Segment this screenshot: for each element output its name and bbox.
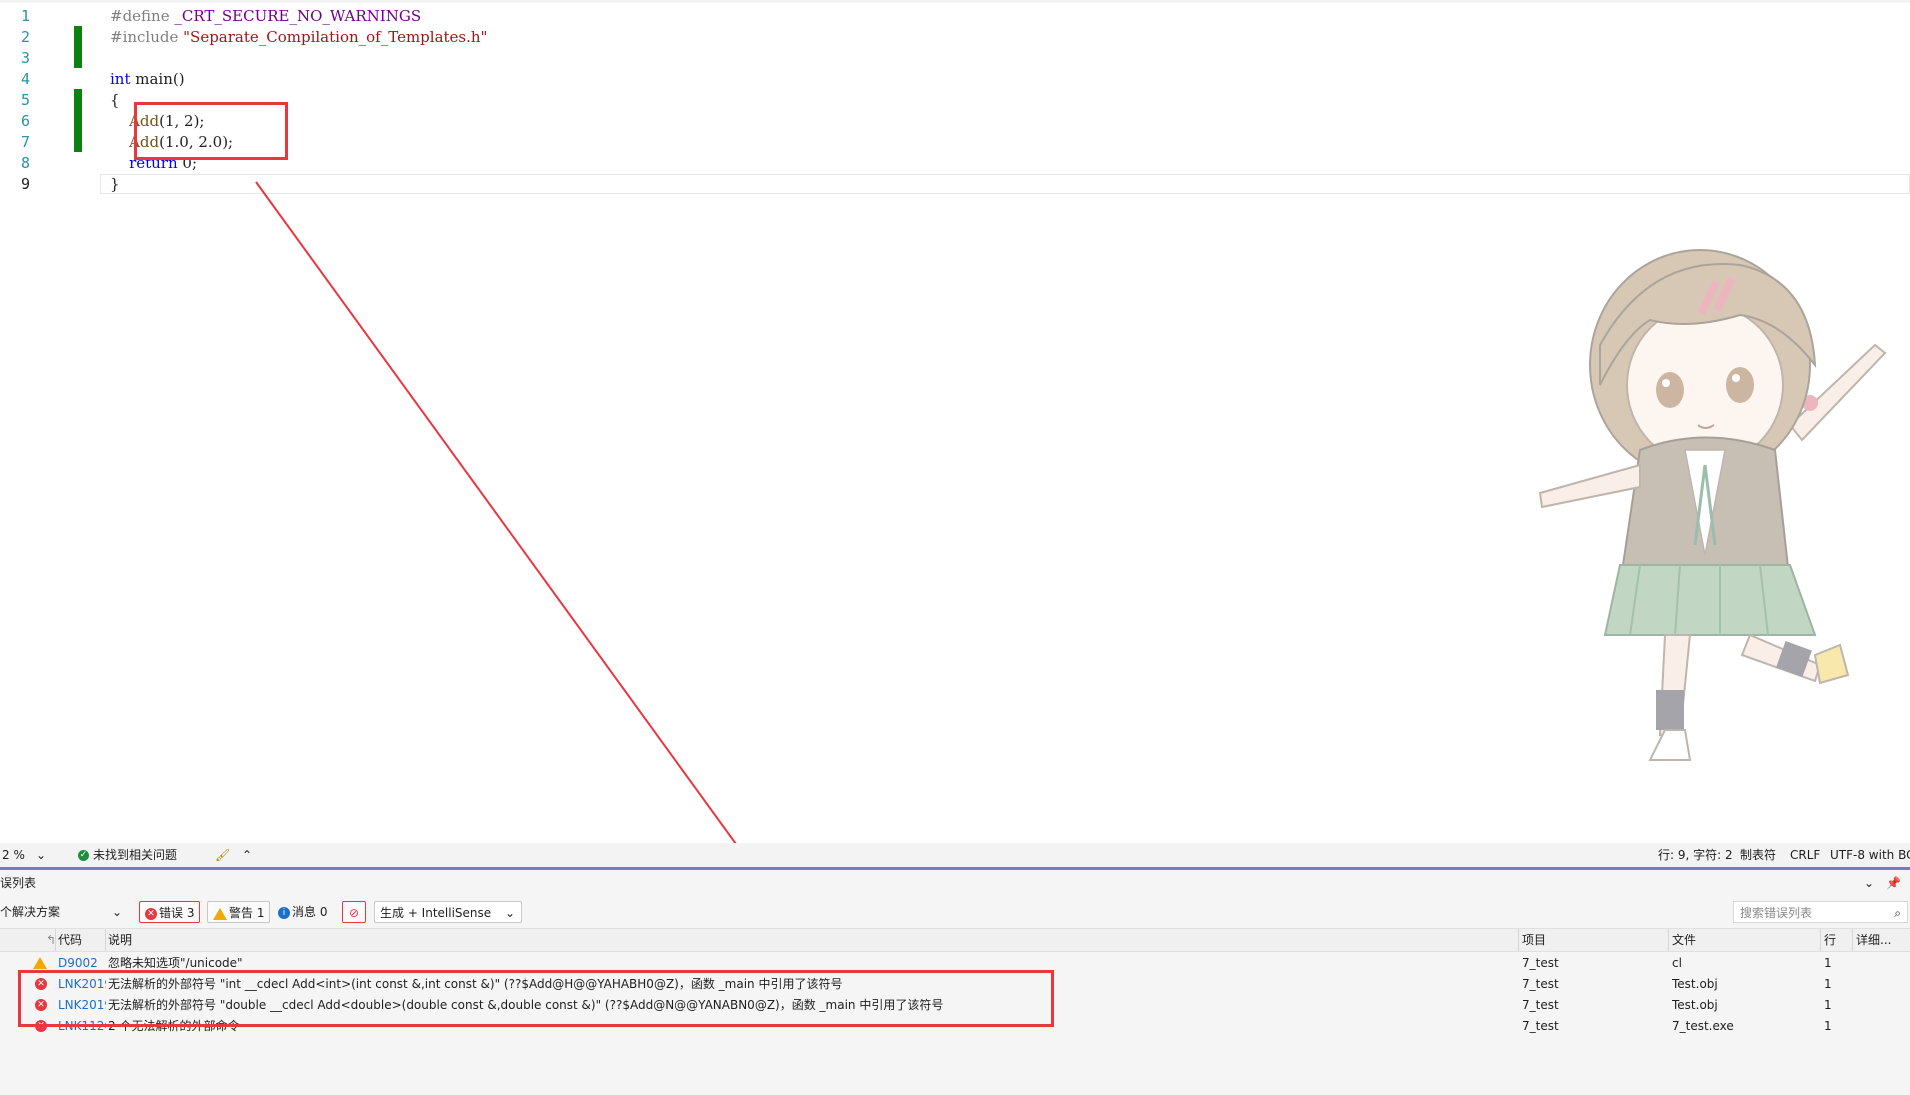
code-editor[interactable]: 1 2 3 4 5 6 7 8 9 #define _CRT_SECURE_NO… <box>0 0 1910 843</box>
errors-filter-button[interactable]: ✕ 错误 3 <box>139 901 201 923</box>
scope-dropdown[interactable]: 个解决方案 ⌄ <box>0 901 125 923</box>
row-project: 7_test <box>1522 1019 1559 1033</box>
column-header-code[interactable]: 代码 <box>58 929 82 951</box>
row-line: 1 <box>1824 998 1832 1012</box>
warnings-filter-label: 警告 1 <box>229 906 265 920</box>
error-icon: ✕ <box>145 907 157 920</box>
error-list-toolbar: 个解决方案 ⌄ ✕ 错误 3 警告 1 i 消息 0 ⊘ 生成 + IntelliS… <box>0 896 1910 928</box>
filter-icon[interactable]: ⊘ <box>342 901 366 923</box>
zoom-level[interactable]: 2 % <box>2 843 25 867</box>
row-line: 1 <box>1824 1019 1832 1033</box>
messages-filter-button[interactable]: i 消息 0 <box>278 901 327 923</box>
build-filter-value: 生成 + IntelliSense <box>380 906 492 920</box>
error-grid-header: ↰ 代码 说明 项目 文件 行 详细... <box>0 928 1910 952</box>
errors-filter-label: 错误 3 <box>159 906 195 920</box>
error-list-title: 误列表 <box>0 876 37 890</box>
row-file: 7_test.exe <box>1672 1019 1734 1033</box>
column-divider[interactable] <box>1852 929 1853 951</box>
column-header-details[interactable]: 详细... <box>1856 929 1891 951</box>
issues-status[interactable]: ✓ 未找到相关问题 <box>78 843 177 867</box>
indent-mode[interactable]: 制表符 <box>1740 843 1776 867</box>
row-line: 1 <box>1824 977 1832 991</box>
check-circle-icon: ✓ <box>78 850 89 861</box>
line-ending[interactable]: CRLF <box>1790 843 1820 867</box>
chevron-down-icon: ⌄ <box>112 905 123 919</box>
column-header-description[interactable]: 说明 <box>108 929 132 951</box>
chevron-down-icon: ⌄ <box>505 906 516 920</box>
warning-icon <box>213 907 227 920</box>
row-project: 7_test <box>1522 956 1559 970</box>
column-divider[interactable] <box>105 929 106 951</box>
row-file: Test.obj <box>1672 977 1718 991</box>
arrow-line <box>255 181 737 843</box>
search-error-list-input[interactable]: 搜索错误列表 ⌕ <box>1733 901 1908 923</box>
warning-icon <box>33 957 47 969</box>
messages-filter-label: 消息 0 <box>292 905 328 919</box>
error-list-title-bar: 误列表 ⌄ 📌 <box>0 870 1910 896</box>
column-header-line[interactable]: 行 <box>1824 929 1836 951</box>
row-line: 1 <box>1824 956 1832 970</box>
row-file: Test.obj <box>1672 998 1718 1012</box>
issues-status-text: 未找到相关问题 <box>93 848 178 862</box>
column-header-project[interactable]: 项目 <box>1522 929 1546 951</box>
file-encoding[interactable]: UTF-8 with BC <box>1830 843 1910 867</box>
brush-icon[interactable]: 🖌 <box>215 843 230 867</box>
column-divider[interactable] <box>1820 929 1821 951</box>
annotation-box-link-errors <box>18 970 1054 1027</box>
column-divider[interactable] <box>55 929 56 951</box>
warnings-filter-button[interactable]: 警告 1 <box>207 901 271 923</box>
row-project: 7_test <box>1522 977 1559 991</box>
build-filter-dropdown[interactable]: 生成 + IntelliSense ⌄ <box>374 901 522 923</box>
column-divider[interactable] <box>1668 929 1669 951</box>
chevron-down-icon[interactable]: ⌄ <box>1864 870 1874 896</box>
status-bar: 2 % ⌄ ✓ 未找到相关问题 🖌 ⌃ 行: 9, 字符: 2 制表符 CRLF … <box>0 843 1910 867</box>
search-placeholder: 搜索错误列表 <box>1740 906 1813 920</box>
chevron-up-icon[interactable]: ⌃ <box>242 843 252 867</box>
column-divider[interactable] <box>1518 929 1519 951</box>
column-header-file[interactable]: 文件 <box>1672 929 1696 951</box>
cursor-position[interactable]: 行: 9, 字符: 2 <box>1658 843 1733 867</box>
mascot-background-image <box>1538 249 1887 761</box>
scope-dropdown-value: 个解决方案 <box>0 905 61 919</box>
row-file: cl <box>1672 956 1682 970</box>
pin-icon[interactable]: 📌 <box>1886 870 1901 896</box>
search-icon: ⌕ <box>1894 906 1901 920</box>
info-icon: i <box>278 906 290 919</box>
chevron-down-icon[interactable]: ⌄ <box>36 843 46 867</box>
row-project: 7_test <box>1522 998 1559 1012</box>
